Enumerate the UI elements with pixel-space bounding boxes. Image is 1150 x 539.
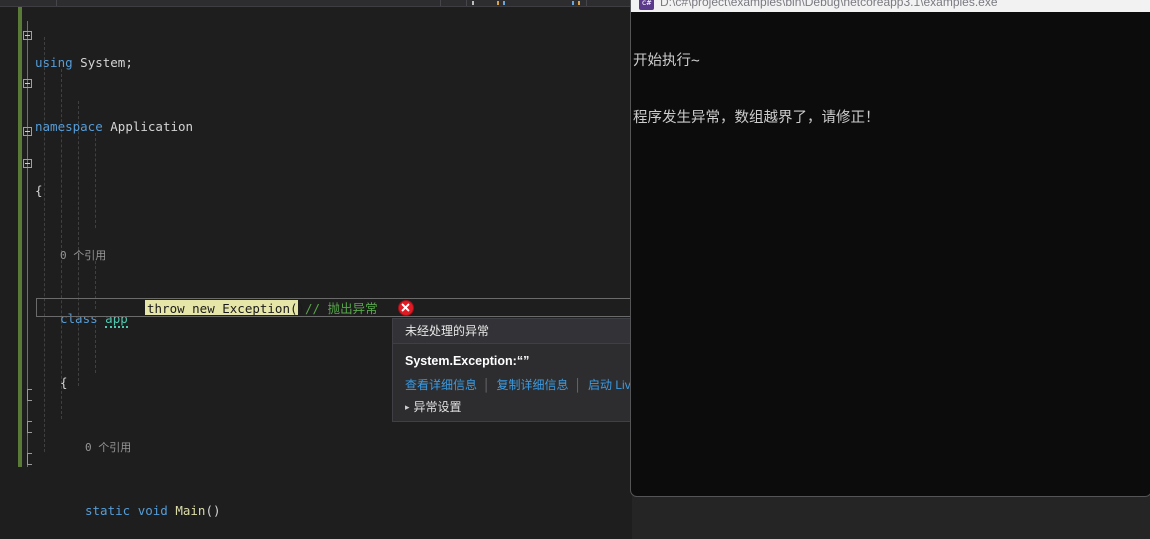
console-output-line: 程序发生异常，数组越界了，请修正！ [633, 110, 880, 126]
toolbar-glyph [503, 1, 505, 5]
code-surface[interactable]: using System; namespace Application { 0 … [0, 7, 632, 539]
editor-toolbar-strip[interactable] [0, 0, 632, 7]
toolbar-glyph [578, 1, 580, 5]
error-circle-x-icon[interactable] [398, 300, 414, 316]
current-statement-comment: // 抛出异常 [305, 301, 378, 316]
console-title-bar[interactable]: c# D:\c#\project\examples\bin\Debug\netc… [631, 0, 1150, 12]
console-output-text[interactable]: 开始执行~ 程序发生异常，数组越界了，请修正！ [631, 12, 1150, 166]
exception-settings-label: 异常设置 [413, 400, 462, 414]
link-separator: │ [483, 378, 491, 392]
code-reference-annotation[interactable]: 0 个引用 [0, 247, 632, 263]
code-line[interactable]: namespace Application [0, 119, 632, 135]
code-text-block[interactable]: using System; namespace Application { 0 … [0, 7, 632, 539]
code-line[interactable]: { [0, 183, 632, 199]
application-window: using System; namespace Application { 0 … [0, 0, 1150, 539]
console-window-title: D:\c#\project\examples\bin\Debug\netcore… [660, 0, 998, 9]
toolbar-glyph [572, 1, 574, 5]
toolbar-glyph [472, 1, 474, 5]
chevron-right-icon: ▸ [405, 402, 410, 412]
link-separator-2: │ [574, 378, 583, 392]
code-editor-pane[interactable]: using System; namespace Application { 0 … [0, 0, 792, 539]
code-reference-annotation[interactable]: 0 个引用 [0, 439, 632, 455]
csharp-app-icon: c# [639, 0, 654, 10]
toolbar-glyph [497, 1, 499, 5]
view-details-link[interactable]: 查看详细信息 [405, 378, 477, 392]
console-output-line: 开始执行~ [633, 53, 700, 69]
current-statement-code[interactable]: throw new Exception(); [147, 301, 313, 316]
code-line[interactable]: using System; [0, 55, 632, 71]
reference-count-label-2: 0 个引用 [85, 441, 132, 454]
console-output-window[interactable]: c# D:\c#\project\examples\bin\Debug\netc… [630, 0, 1150, 497]
copy-details-link[interactable]: 复制详细信息 [497, 378, 569, 392]
code-line[interactable]: static void Main() [0, 503, 632, 519]
reference-count-label: 0 个引用 [60, 249, 107, 262]
